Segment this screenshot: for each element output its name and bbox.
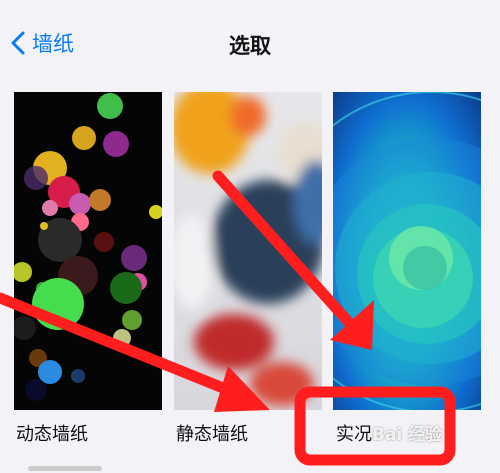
still-wallpaper-preview — [174, 92, 322, 410]
wallpaper-tile-live[interactable] — [333, 92, 481, 410]
wallpaper-tile-still[interactable] — [174, 92, 322, 410]
wallpaper-tile-dynamic[interactable] — [14, 92, 162, 410]
page-title: 选取 — [229, 34, 271, 58]
watermark: Bai 经验 — [372, 425, 443, 445]
label-dynamic-wallpaper[interactable]: 动态墙纸 — [16, 420, 88, 446]
label-still-wallpaper[interactable]: 静态墙纸 — [176, 420, 248, 446]
navigation-bar: 墙纸 选取 — [0, 0, 500, 80]
label-live[interactable]: 实况 — [336, 420, 372, 446]
live-wallpaper-preview — [333, 92, 481, 410]
home-indicator — [28, 466, 102, 471]
dynamic-wallpaper-preview — [14, 92, 162, 410]
